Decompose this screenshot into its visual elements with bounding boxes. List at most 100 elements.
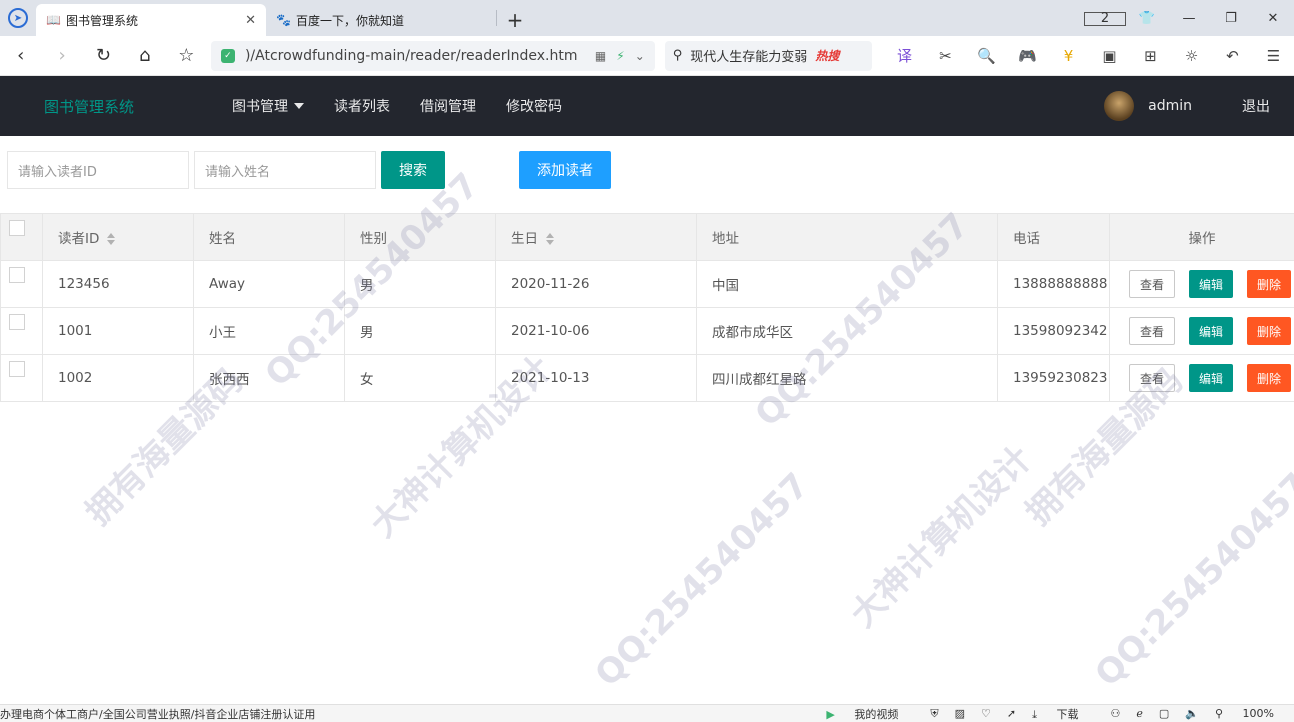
ie-icon[interactable]: ℯ: [1136, 707, 1143, 720]
magnifier-icon[interactable]: 🔍: [966, 47, 1007, 65]
zoom-label: 100%: [1242, 707, 1274, 720]
col-gender: 性别: [344, 213, 496, 261]
nav-item-change-password[interactable]: 修改密码: [506, 96, 562, 116]
status-ticker[interactable]: 办理电商个体工商户/全国公司营业执照/抖音企业店铺注册认证用: [0, 706, 826, 722]
col-gender-label: 性别: [360, 231, 387, 247]
volume-icon[interactable]: 🔈: [1185, 707, 1199, 720]
translate-icon[interactable]: 译: [884, 45, 925, 66]
cell-birthday: 2021-10-13: [495, 354, 697, 402]
edit-button[interactable]: 编辑: [1189, 364, 1233, 392]
user-area: admin 退出: [1104, 76, 1294, 136]
window-icon[interactable]: ▢: [1159, 707, 1169, 720]
brightness-icon[interactable]: ☼: [1171, 47, 1212, 65]
cell-name: 张西西: [193, 354, 345, 402]
status-right: ▶ 我的视频 ⛨ ▨ ♡ ➚ ⤓ 下载 ⚇ ℯ ▢ 🔈 ⚲ 100%: [826, 706, 1294, 722]
reload-icon[interactable]: ↻: [83, 45, 124, 66]
apps-grid-icon[interactable]: ⊞: [1130, 47, 1171, 65]
undo-icon[interactable]: ↶: [1212, 47, 1253, 65]
shirt-icon[interactable]: 👕: [1126, 11, 1168, 26]
compass-icon: ➤: [8, 8, 28, 28]
qr-code-icon[interactable]: ▦: [595, 49, 606, 63]
lightning-icon[interactable]: ⚡: [616, 49, 624, 63]
row-checkbox[interactable]: [9, 267, 25, 283]
my-video-label: 我的视频: [854, 707, 899, 721]
url-text: )/Atcrowdfunding-main/reader/readerIndex…: [244, 47, 578, 64]
browser-tab-active[interactable]: 📖 图书管理系统 ✕: [36, 4, 266, 36]
table-row: 123456 Away 男 2020-11-26 中国 13888888888 …: [0, 260, 1294, 308]
download-link[interactable]: ⤓ 下载: [1032, 706, 1094, 722]
new-tab-icon[interactable]: +: [497, 4, 533, 36]
edit-button[interactable]: 编辑: [1189, 270, 1233, 298]
row-actions: 查看 编辑 删除: [1129, 317, 1294, 345]
image-icon[interactable]: ▨: [955, 707, 965, 720]
avatar[interactable]: [1104, 91, 1135, 121]
col-address-label: 地址: [712, 231, 739, 247]
delete-button[interactable]: 删除: [1247, 364, 1291, 392]
view-button[interactable]: 查看: [1129, 317, 1175, 345]
row-select-cell: [0, 354, 43, 402]
col-actions: 操作: [1109, 213, 1294, 261]
username[interactable]: admin: [1148, 98, 1192, 114]
restore-icon[interactable]: ❐: [1210, 11, 1252, 26]
view-button[interactable]: 查看: [1129, 364, 1175, 392]
col-birthday[interactable]: 生日: [495, 213, 697, 261]
nav-item-book-management[interactable]: 图书管理: [232, 96, 304, 116]
reading-mode-icon[interactable]: ▣: [1089, 47, 1130, 65]
coupon-icon[interactable]: ¥: [1048, 47, 1089, 65]
row-checkbox[interactable]: [9, 361, 25, 377]
my-video-link[interactable]: ▶ 我的视频: [826, 706, 914, 722]
zoom-level[interactable]: ⚲ 100%: [1215, 707, 1290, 720]
play-icon: ▶: [826, 707, 835, 721]
minimize-icon[interactable]: —: [1168, 11, 1210, 26]
forward-icon[interactable]: ›: [41, 45, 82, 66]
speed-icon[interactable]: ⚇: [1110, 707, 1120, 720]
search-button[interactable]: 搜索: [381, 151, 445, 189]
sort-icon[interactable]: [107, 233, 116, 245]
reader-table: 读者ID 姓名 性别 生日 地址 电话 操作 123456 Away 男 202…: [0, 213, 1294, 402]
select-all-checkbox[interactable]: [9, 220, 25, 236]
select-all-cell: [0, 213, 43, 261]
nav-item-reader-list[interactable]: 读者列表: [334, 96, 390, 116]
rocket-icon[interactable]: ➚: [1007, 707, 1016, 720]
col-reader-id-label: 读者ID: [58, 231, 100, 247]
window-count-icon[interactable]: 2: [1084, 11, 1126, 26]
address-bar: ‹ › ↻ ⌂ ☆ ✓ )/Atcrowdfunding-main/reader…: [0, 36, 1294, 76]
delete-button[interactable]: 删除: [1247, 317, 1291, 345]
nav-label: 修改密码: [506, 99, 562, 115]
shield-icon[interactable]: ⛨: [930, 707, 938, 721]
nav-item-borrow-management[interactable]: 借阅管理: [420, 96, 476, 116]
row-checkbox[interactable]: [9, 314, 25, 330]
search-field[interactable]: ⚲ 现代人生存能力变弱 热搜: [664, 40, 872, 71]
close-window-icon[interactable]: ✕: [1252, 11, 1294, 26]
app-brand[interactable]: 图书管理系统: [44, 96, 232, 117]
logout-link[interactable]: 退出: [1242, 96, 1270, 116]
edit-button[interactable]: 编辑: [1189, 317, 1233, 345]
reader-id-input[interactable]: 请输入读者ID: [7, 151, 189, 189]
scissors-icon[interactable]: ✂: [925, 47, 966, 65]
menu-icon[interactable]: ☰: [1253, 47, 1294, 65]
url-field[interactable]: ✓ )/Atcrowdfunding-main/reader/readerInd…: [210, 40, 655, 71]
heart-icon[interactable]: ♡: [981, 707, 991, 720]
row-select-cell: [0, 260, 43, 308]
gamepad-icon[interactable]: 🎮: [1007, 47, 1048, 65]
star-icon[interactable]: ☆: [166, 45, 207, 66]
delete-button[interactable]: 删除: [1247, 270, 1291, 298]
sort-icon[interactable]: [546, 233, 554, 245]
hot-search-badge: 热搜: [815, 49, 840, 63]
tab-title: 百度一下，你就知道: [296, 13, 405, 28]
browser-logo[interactable]: ➤: [0, 0, 36, 36]
cell-actions: 查看 编辑 删除: [1109, 260, 1294, 308]
nav-label: 借阅管理: [420, 99, 476, 115]
chevron-down-icon[interactable]: ⌄: [635, 49, 645, 63]
col-reader-id[interactable]: 读者ID: [42, 213, 194, 261]
watermark: QQ:254540457: [587, 465, 817, 695]
back-icon[interactable]: ‹: [0, 45, 41, 66]
browser-tab[interactable]: 🐾 百度一下，你就知道: [266, 4, 496, 36]
close-tab-icon[interactable]: ✕: [245, 13, 256, 28]
view-button[interactable]: 查看: [1129, 270, 1175, 298]
add-reader-button[interactable]: 添加读者: [519, 151, 611, 189]
cell-reader-id: 1001: [42, 307, 194, 355]
home-icon[interactable]: ⌂: [124, 45, 165, 66]
name-input[interactable]: 请输入姓名: [194, 151, 376, 189]
col-phone: 电话: [997, 213, 1110, 261]
